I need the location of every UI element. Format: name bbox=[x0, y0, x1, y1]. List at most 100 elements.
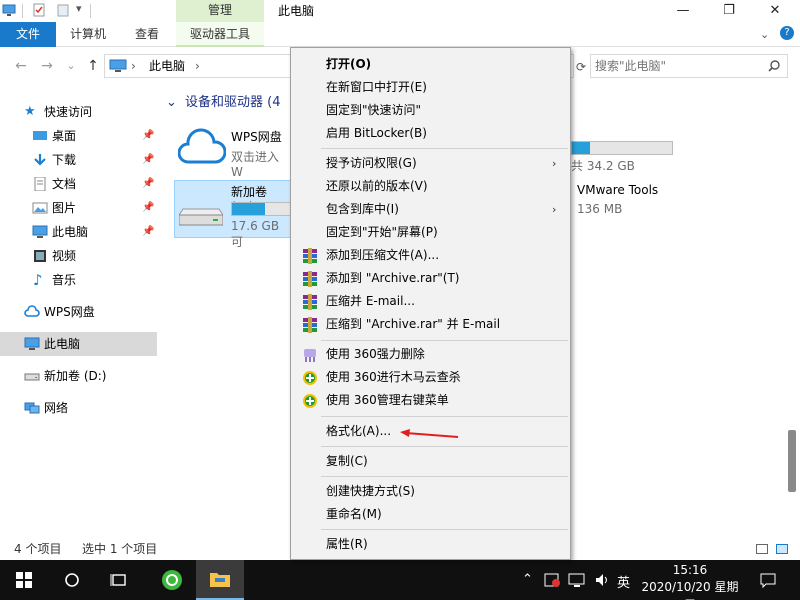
recent-locations-button[interactable]: ⌄ bbox=[62, 57, 80, 75]
new-folder-icon[interactable] bbox=[56, 3, 70, 17]
input-method-indicator[interactable]: 英 bbox=[617, 572, 630, 591]
wps-drive-tile[interactable]: WPS网盘 双击进入W bbox=[176, 124, 290, 179]
details-view-icon[interactable] bbox=[756, 544, 768, 554]
tab-view[interactable]: 查看 bbox=[135, 22, 159, 47]
tray-expand-icon[interactable]: ⌃ bbox=[522, 572, 533, 587]
sidebar-item-network[interactable]: 网络 bbox=[0, 396, 157, 420]
up-button[interactable]: ↑ bbox=[84, 57, 102, 75]
tab-drive-tools[interactable]: 驱动器工具 bbox=[176, 22, 264, 47]
drive-d-tile[interactable]: 新加卷 (D:) 17.6 GB 可 bbox=[174, 180, 293, 249]
menu-item-properties[interactable]: 属性(R) bbox=[293, 533, 568, 556]
taskbar: ⌃ 英 15:16 2020/10/20 星期二 bbox=[0, 560, 800, 600]
sidebar-item-this-pc-pinned[interactable]: 此电脑 📌 bbox=[0, 220, 157, 244]
pin-icon[interactable]: 📌 bbox=[142, 196, 154, 220]
sidebar-item-label: 音乐 bbox=[52, 273, 77, 287]
separator bbox=[90, 4, 91, 18]
collapse-chevron-icon[interactable]: ⌄ bbox=[166, 95, 177, 110]
menu-item-label: 使用 360强力删除 bbox=[326, 347, 425, 361]
pin-icon[interactable]: 📌 bbox=[142, 148, 154, 172]
refresh-button[interactable]: ⟳ bbox=[576, 60, 586, 74]
menu-separator bbox=[321, 529, 568, 530]
manage-context-tab-group[interactable]: 管理 bbox=[176, 0, 264, 22]
security-alert-icon[interactable] bbox=[544, 572, 560, 588]
large-icons-view-icon[interactable] bbox=[776, 544, 788, 554]
sidebar-item-label: 新加卷 (D:) bbox=[44, 369, 107, 383]
drive-c-usage-fill bbox=[572, 142, 590, 154]
pin-icon[interactable]: 📌 bbox=[142, 124, 154, 148]
menu-item-create-shortcut[interactable]: 创建快捷方式(S) bbox=[293, 480, 568, 503]
clock-date: 2020/10/20 星期二 bbox=[641, 580, 739, 600]
menu-separator bbox=[321, 340, 568, 341]
sidebar-item-desktop[interactable]: 桌面 📌 bbox=[0, 124, 157, 148]
pin-icon[interactable]: 📌 bbox=[142, 172, 154, 196]
pictures-icon bbox=[32, 202, 48, 214]
devices-group-header[interactable]: ⌄ 设备和驱动器 (4 bbox=[166, 93, 281, 113]
sidebar-item-downloads[interactable]: 下载 📌 bbox=[0, 148, 157, 172]
breadcrumb-this-pc[interactable]: 此电脑 bbox=[149, 55, 185, 77]
sidebar-item-quick-access[interactable]: ★ 快速访问 bbox=[0, 100, 157, 124]
menu-item-label: 创建快捷方式(S) bbox=[326, 484, 415, 498]
menu-item-compress-rar-email[interactable]: 压缩到 "Archive.rar" 并 E-mail bbox=[293, 313, 568, 336]
close-button[interactable]: ✕ bbox=[752, 0, 798, 22]
customize-quick-access-icon[interactable]: ▾ bbox=[76, 2, 82, 15]
vertical-scrollbar-thumb[interactable] bbox=[788, 430, 796, 492]
help-icon[interactable]: ? bbox=[780, 26, 794, 40]
sidebar-item-this-pc[interactable]: 此电脑 bbox=[0, 332, 157, 356]
minimize-button[interactable]: — bbox=[660, 0, 706, 22]
menu-item-rename[interactable]: 重命名(M) bbox=[293, 503, 568, 526]
notification-icon[interactable] bbox=[760, 572, 776, 588]
menu-item-label: 打开(O) bbox=[326, 57, 372, 71]
menu-item-pin-quick-access[interactable]: 固定到"快速访问" bbox=[293, 99, 568, 122]
search-input[interactable] bbox=[595, 57, 765, 75]
task-view-button[interactable] bbox=[96, 560, 144, 600]
breadcrumb-chevron[interactable]: › bbox=[195, 55, 200, 77]
network-icon[interactable] bbox=[568, 572, 586, 588]
menu-item-restore-versions[interactable]: 还原以前的版本(V) bbox=[293, 175, 568, 198]
sidebar-item-label: 视频 bbox=[52, 249, 77, 263]
menu-item-add-to-archive-rar[interactable]: 添加到 "Archive.rar"(T) bbox=[293, 267, 568, 290]
menu-item-label: 固定到"快速访问" bbox=[326, 103, 422, 117]
menu-item-copy[interactable]: 复制(C) bbox=[293, 450, 568, 473]
vmware-tools-size: 136 MB bbox=[577, 202, 623, 216]
taskbar-360-app[interactable] bbox=[148, 560, 196, 600]
speaker-icon[interactable] bbox=[594, 572, 610, 588]
winrar-icon bbox=[303, 317, 317, 333]
tab-computer[interactable]: 计算机 bbox=[70, 22, 106, 47]
forward-button[interactable]: → bbox=[38, 57, 56, 75]
sidebar-item-documents[interactable]: 文档 📌 bbox=[0, 172, 157, 196]
maximize-button[interactable]: ❐ bbox=[706, 0, 752, 22]
breadcrumb-chevron[interactable]: › bbox=[131, 55, 136, 77]
sidebar-item-pictures[interactable]: 图片 📌 bbox=[0, 196, 157, 220]
menu-item-open-new-window[interactable]: 在新窗口中打开(E) bbox=[293, 76, 568, 99]
sidebar-item-music[interactable]: ♪ 音乐 bbox=[0, 268, 157, 292]
sidebar-item-new-volume-d[interactable]: 新加卷 (D:) bbox=[0, 364, 157, 388]
menu-item-label: 启用 BitLocker(B) bbox=[326, 126, 427, 140]
back-button[interactable]: ← bbox=[12, 57, 30, 75]
ribbon-expand-icon[interactable]: ⌄ bbox=[760, 28, 769, 41]
clock[interactable]: 15:16 2020/10/20 星期二 bbox=[640, 562, 740, 600]
sidebar-item-wps-drive[interactable]: WPS网盘 bbox=[0, 300, 157, 324]
menu-item-give-access[interactable]: 授予访问权限(G) › bbox=[293, 152, 568, 175]
search-button[interactable] bbox=[48, 560, 96, 600]
drive-d-usage-fill bbox=[232, 203, 265, 215]
tab-file[interactable]: 文件 bbox=[0, 22, 56, 47]
menu-item-compress-email[interactable]: 压缩并 E-mail... bbox=[293, 290, 568, 313]
menu-item-360-manage-menu[interactable]: 使用 360管理右键菜单 bbox=[293, 389, 568, 412]
properties-icon[interactable] bbox=[32, 3, 46, 17]
menu-item-bitlocker[interactable]: 启用 BitLocker(B) bbox=[293, 122, 568, 145]
sidebar-item-videos[interactable]: 视频 bbox=[0, 244, 157, 268]
folder-icon bbox=[210, 573, 230, 587]
start-button[interactable] bbox=[0, 560, 48, 600]
search-icon[interactable] bbox=[767, 59, 781, 73]
taskbar-file-explorer[interactable] bbox=[196, 560, 244, 600]
menu-item-add-to-archive[interactable]: 添加到压缩文件(A)... bbox=[293, 244, 568, 267]
menu-item-360-trojan-scan[interactable]: 使用 360进行木马云查杀 bbox=[293, 366, 568, 389]
menu-item-360-force-delete[interactable]: 使用 360强力删除 bbox=[293, 343, 568, 366]
this-pc-icon[interactable] bbox=[2, 3, 16, 17]
menu-item-label: 格式化(A)... bbox=[326, 424, 392, 438]
menu-item-pin-start[interactable]: 固定到"开始"屏幕(P) bbox=[293, 221, 568, 244]
pin-icon[interactable]: 📌 bbox=[142, 220, 154, 244]
menu-item-open[interactable]: 打开(O) bbox=[293, 53, 568, 76]
search-box[interactable] bbox=[590, 54, 788, 78]
menu-item-include-library[interactable]: 包含到库中(I) › bbox=[293, 198, 568, 221]
